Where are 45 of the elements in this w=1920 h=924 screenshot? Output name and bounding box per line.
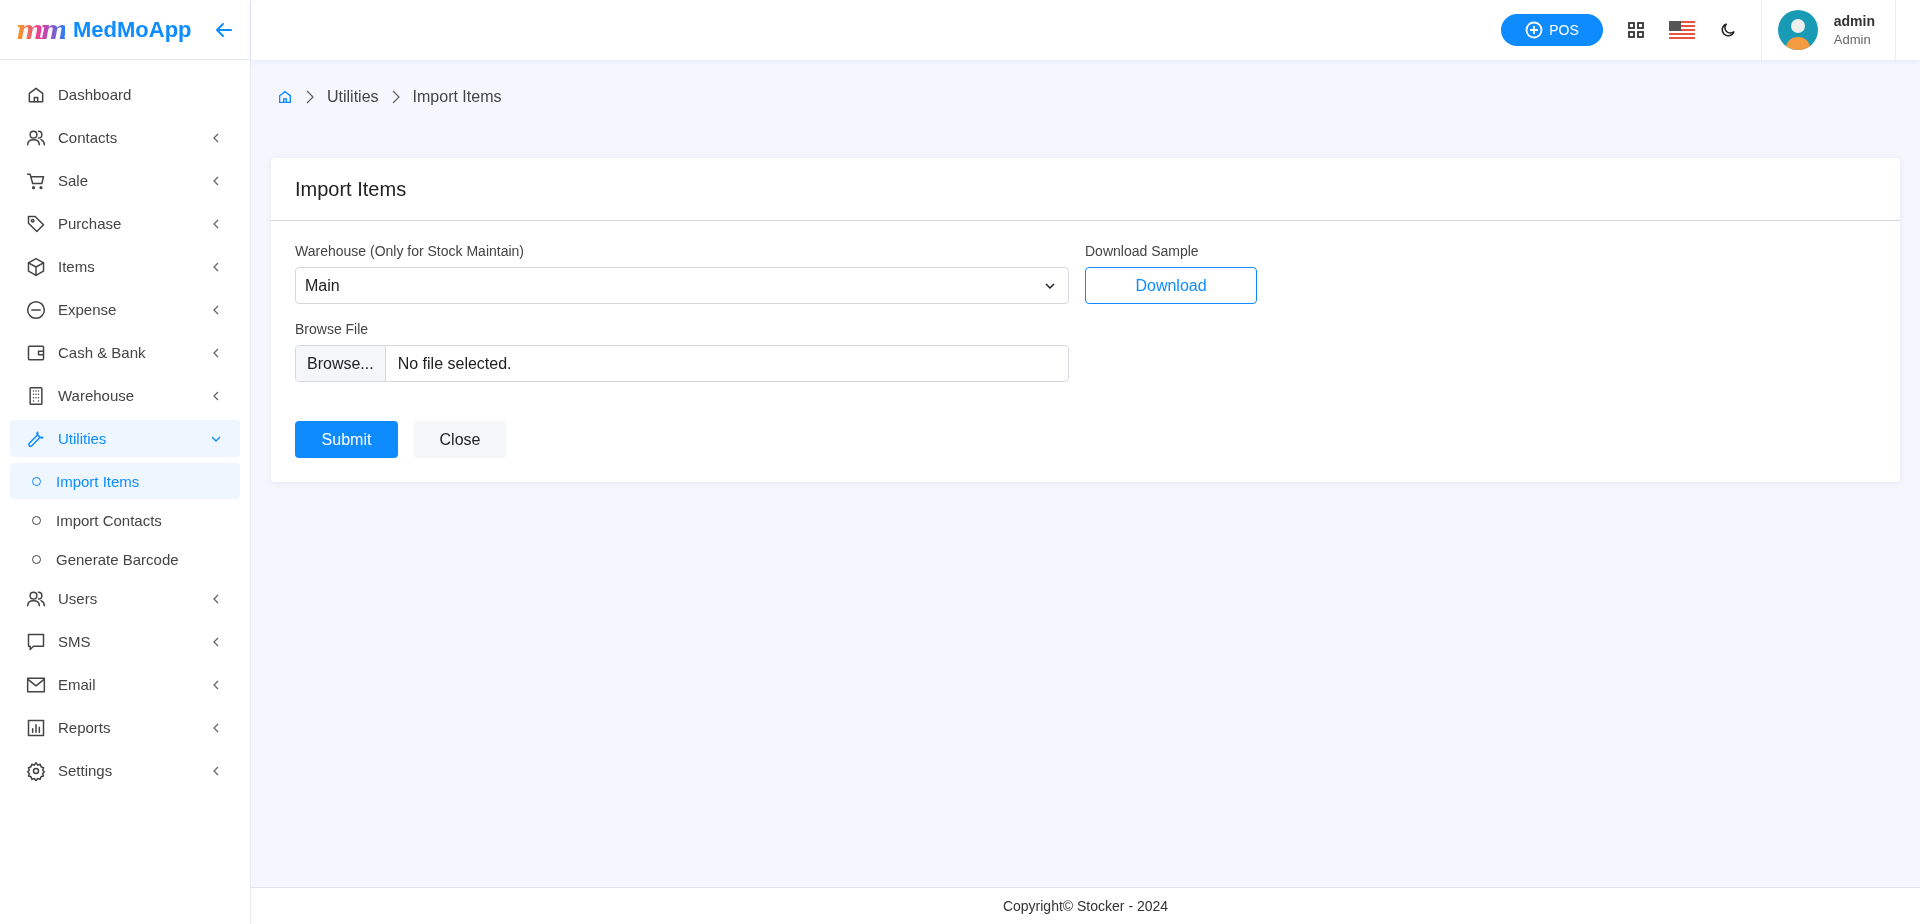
warehouse-select[interactable]: Main [295,267,1069,304]
menu-icon [26,385,46,406]
sidebar-item[interactable]: Email [10,666,240,703]
menu-icon [26,717,46,738]
sidebar-item[interactable]: Cash & Bank [10,334,240,371]
sidebar-item[interactable]: Warehouse [10,377,240,414]
plus-circle-icon [1525,21,1544,39]
flag-icon[interactable] [1668,21,1695,39]
sidebar-item[interactable]: Users [10,580,240,617]
sidebar-item[interactable]: Purchase [10,205,240,242]
brand-name: MedMoApp [73,16,193,43]
sidebar-item[interactable]: Dashboard [10,76,240,113]
file-input[interactable]: Browse... No file selected. [295,345,1069,382]
browse-button[interactable]: Browse... [296,346,386,381]
footer-text: Copyright© Stocker - 2024 [1002,898,1169,914]
sidebar-item[interactable]: Reports [10,709,240,746]
sidebar-item[interactable]: Expense [10,291,240,328]
sidebar-item[interactable]: Settings [10,752,240,789]
chevron-right-icon [305,90,315,104]
menu-icon [26,631,46,652]
card-title: Import Items [271,158,1900,221]
menu-icon [26,760,46,781]
sidebar-item[interactable]: Items [10,248,240,285]
field-label: Browse File [295,321,370,337]
submenu-item[interactable]: Import Contacts [10,502,240,538]
user-role: Admin [1833,32,1872,47]
breadcrumb-item: Import Items [412,88,502,106]
breadcrumb-item[interactable]: Utilities [327,88,379,106]
grid-icon[interactable] [1626,21,1645,39]
chevron-right-icon [390,90,401,104]
user-menu[interactable]: admin Admin [1760,0,1896,60]
sidebar-item[interactable]: Contacts [10,119,240,156]
menu-icon [26,256,46,277]
field-label: Download Sample [1085,243,1200,259]
field-label: Warehouse (Only for Stock Maintain) [295,243,525,259]
home-icon[interactable] [277,89,293,105]
menu-icon [26,213,46,234]
submenu-item[interactable]: Generate Barcode [10,541,240,577]
file-name: No file selected. [396,353,513,374]
menu-icon [26,299,46,320]
sidebar-item[interactable]: Sale [10,162,240,199]
user-name: admin [1833,13,1875,29]
avatar-icon [1777,10,1818,50]
close-button[interactable]: Close [414,421,506,458]
sidebar-item[interactable]: SMS [10,623,240,660]
